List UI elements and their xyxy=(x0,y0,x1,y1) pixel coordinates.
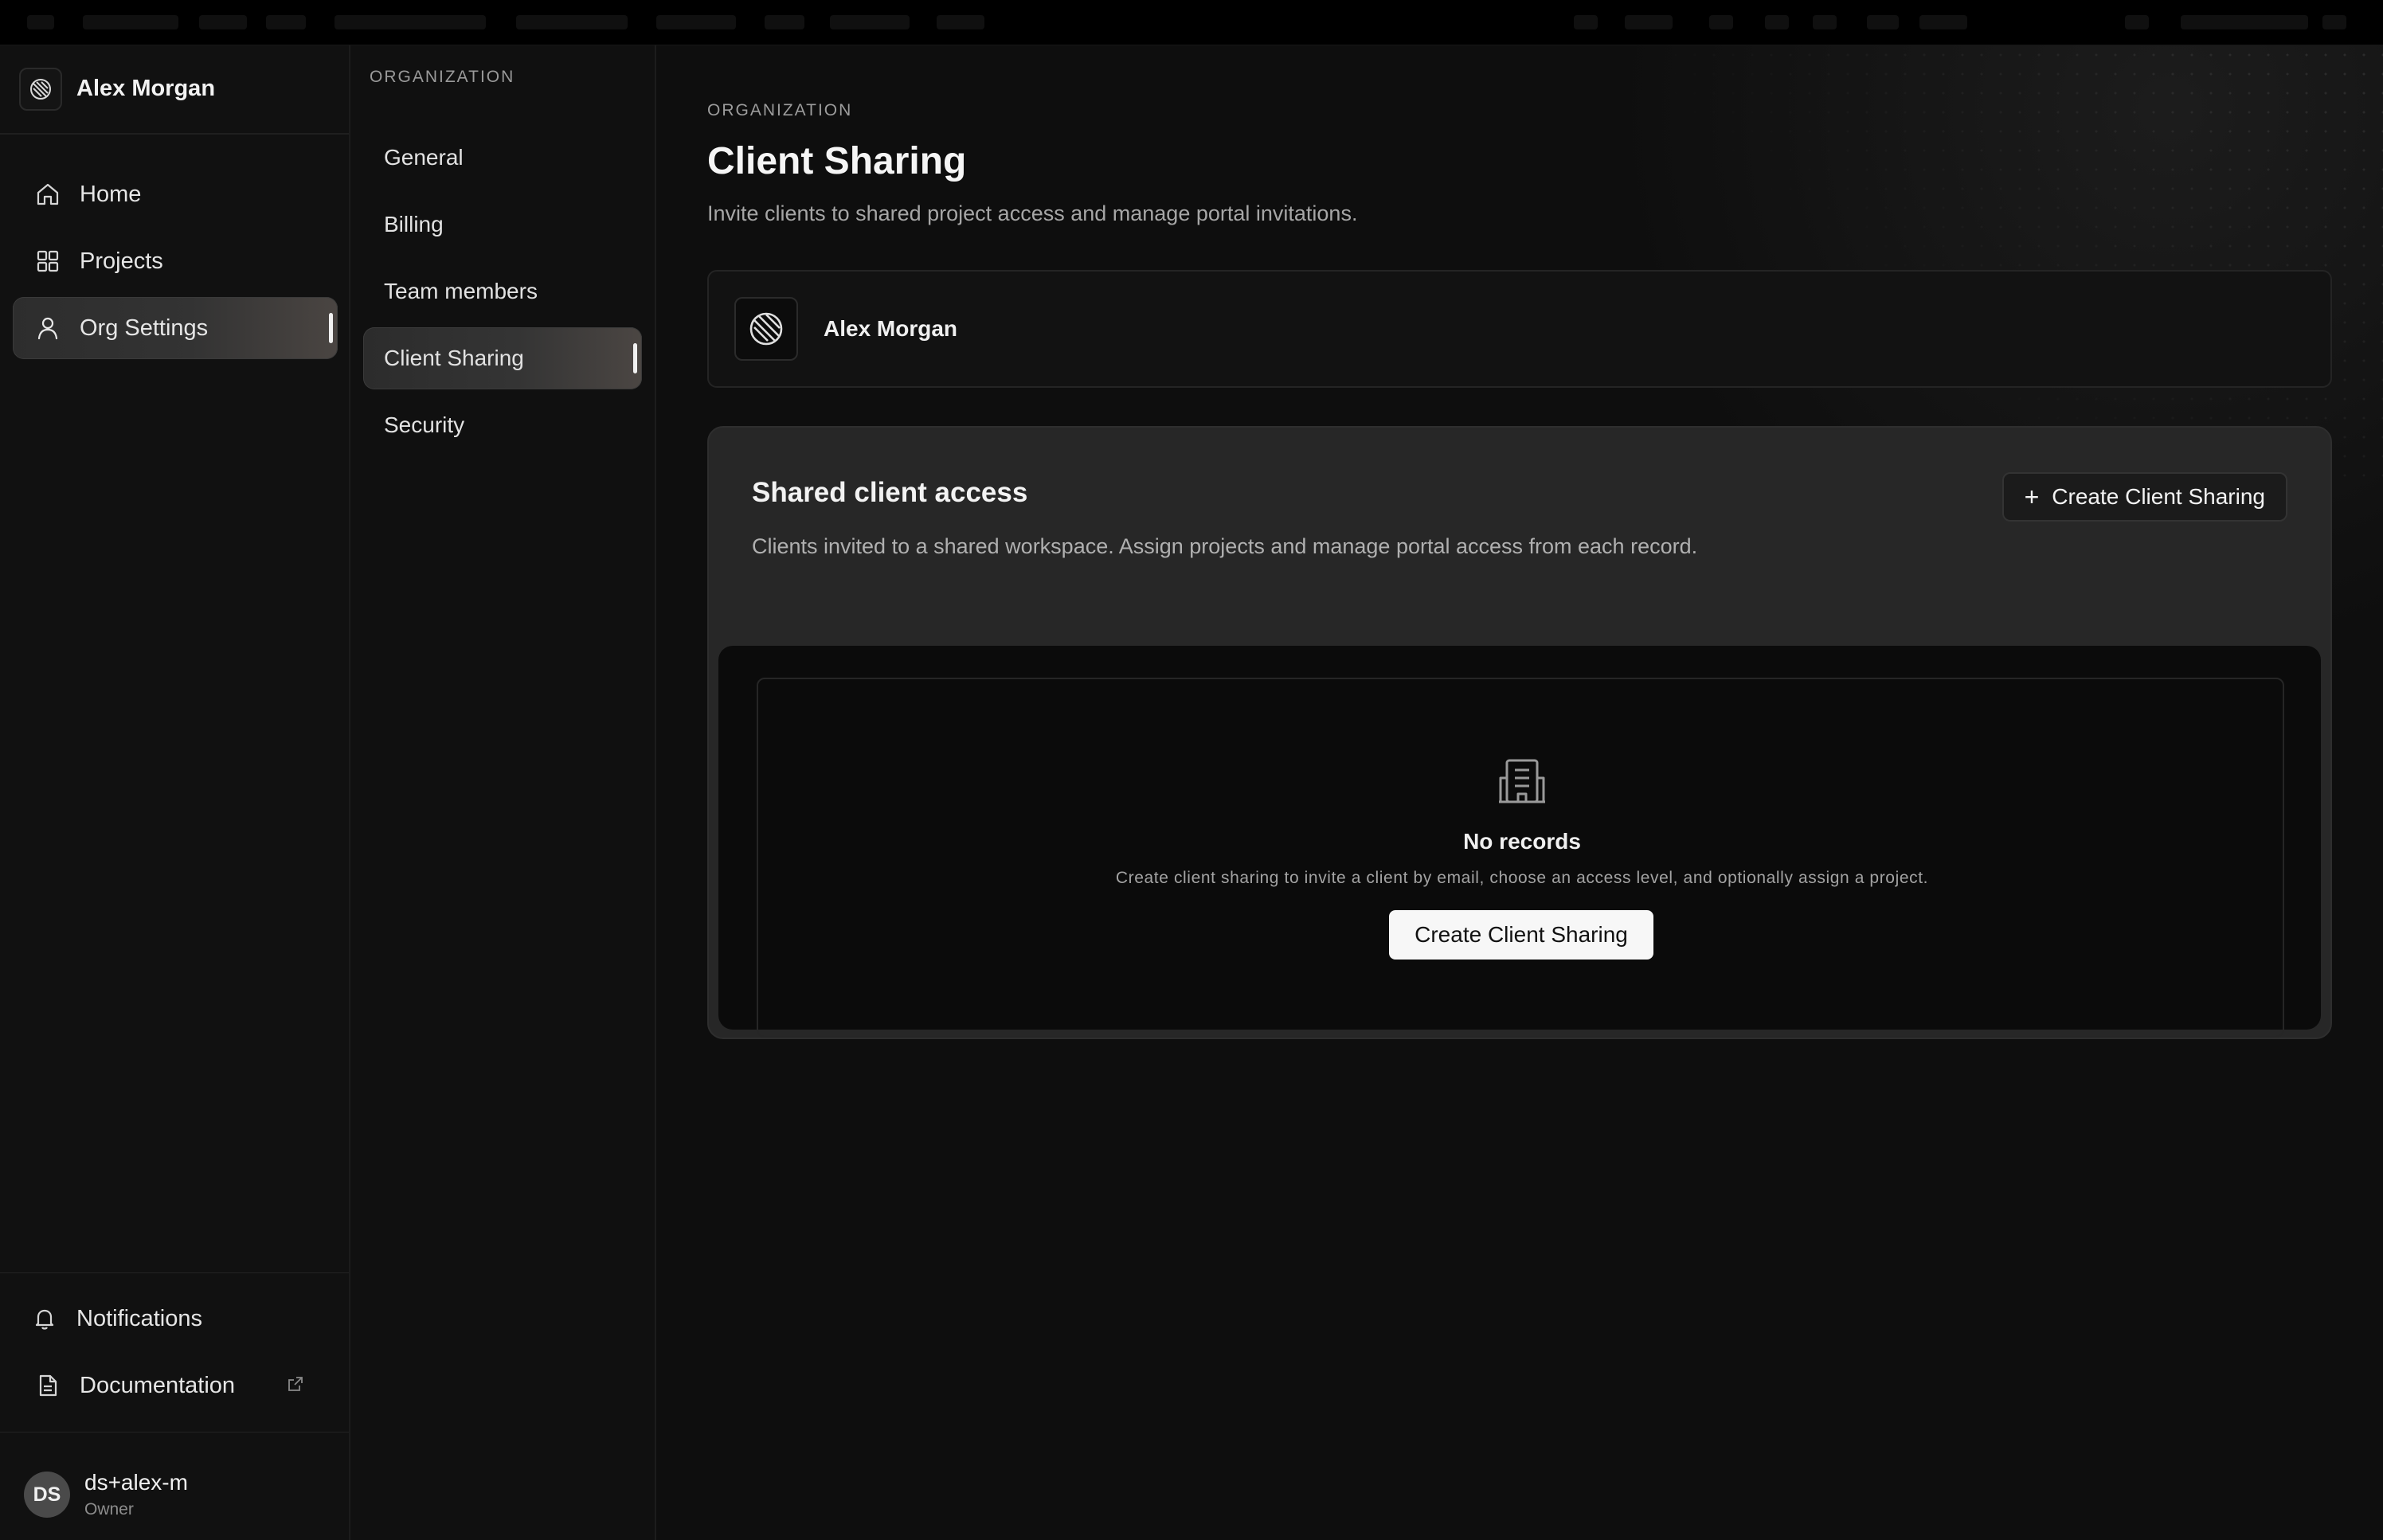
building-icon xyxy=(1496,754,1548,807)
sidebar-item-label: Notifications xyxy=(76,1305,202,1331)
panel-title: Shared client access xyxy=(752,477,1028,508)
workspace-logo-icon xyxy=(19,68,62,111)
subnav-item-general[interactable]: General xyxy=(363,127,642,189)
divider xyxy=(0,1432,349,1433)
user-name: ds+alex-m xyxy=(84,1470,188,1495)
plus-icon: + xyxy=(2024,483,2040,511)
sidebar-item-label: Home xyxy=(80,181,142,207)
divider xyxy=(0,1272,349,1273)
app-window: Alex Morgan Home Projects Org Settings N… xyxy=(0,0,2383,1540)
empty-state: No records Create client sharing to invi… xyxy=(757,678,2284,1038)
document-icon xyxy=(33,1371,62,1400)
workspace-header[interactable]: Alex Morgan xyxy=(0,45,349,135)
subnav-heading: ORGANIZATION xyxy=(370,68,515,86)
sidebar-item-documentation[interactable]: Documentation xyxy=(13,1354,338,1417)
sidebar-item-home[interactable]: Home xyxy=(13,163,338,225)
subnav-item-security[interactable]: Security xyxy=(363,394,642,456)
sidebar-item-org-settings[interactable]: Org Settings xyxy=(13,297,338,359)
sidebar-item-label: Projects xyxy=(80,248,163,274)
shared-client-access-panel: Shared client access Clients invited to … xyxy=(707,426,2332,1039)
user-role: Owner xyxy=(84,1500,134,1519)
empty-state-description: Create client sharing to invite a client… xyxy=(1115,869,1929,887)
subnav-item-team-members[interactable]: Team members xyxy=(363,260,642,322)
external-link-icon xyxy=(287,1375,304,1397)
primary-sidebar: Alex Morgan Home Projects Org Settings N… xyxy=(0,45,350,1540)
organization-card: Alex Morgan xyxy=(707,270,2332,388)
sidebar-item-label: Documentation xyxy=(80,1372,236,1398)
settings-subnav: ORGANIZATION General Billing Team member… xyxy=(350,45,656,1540)
records-container: No records Create client sharing to invi… xyxy=(718,646,2321,1038)
button-label: Create Client Sharing xyxy=(2052,484,2265,509)
decorative-dot-pattern xyxy=(1666,45,2383,491)
home-icon xyxy=(33,180,62,209)
organization-logo-icon xyxy=(734,297,798,361)
sidebar-item-projects[interactable]: Projects xyxy=(13,230,338,292)
subnav-item-client-sharing[interactable]: Client Sharing xyxy=(363,327,642,389)
breadcrumb: ORGANIZATION xyxy=(707,101,853,119)
sidebar-item-notifications[interactable]: Notifications xyxy=(13,1288,338,1350)
create-client-sharing-primary-button[interactable]: Create Client Sharing xyxy=(1389,910,1653,960)
page-title: Client Sharing xyxy=(707,140,967,182)
bell-icon xyxy=(30,1304,59,1333)
avatar: DS xyxy=(24,1472,70,1518)
workspace-name: Alex Morgan xyxy=(76,76,216,101)
organization-name: Alex Morgan xyxy=(824,316,958,341)
grid-icon xyxy=(33,247,62,276)
main-content: ORGANIZATION Client Sharing Invite clien… xyxy=(656,45,2383,1540)
panel-description: Clients invited to a shared workspace. A… xyxy=(752,534,1698,558)
system-menu-bar xyxy=(0,0,2383,45)
page-description: Invite clients to shared project access … xyxy=(707,201,1358,225)
user-icon xyxy=(33,314,62,342)
subnav-item-billing[interactable]: Billing xyxy=(363,193,642,256)
empty-state-title: No records xyxy=(1463,829,1581,854)
user-menu[interactable]: DS ds+alex-m Owner xyxy=(24,1459,327,1530)
sidebar-item-label: Org Settings xyxy=(80,315,209,341)
create-client-sharing-button[interactable]: + Create Client Sharing xyxy=(2001,472,2287,522)
